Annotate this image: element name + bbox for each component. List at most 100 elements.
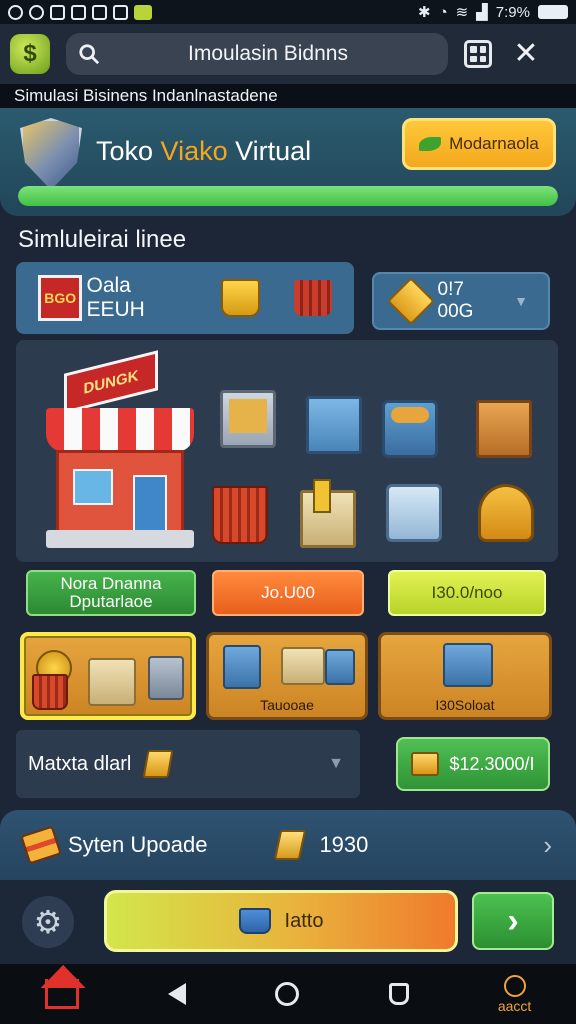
food-stall-icon[interactable] [382, 400, 438, 458]
gold-cube-icon [411, 752, 440, 776]
daily-value-button[interactable]: $12.3000/I [396, 737, 550, 791]
gold-bar-icon [142, 750, 174, 778]
brand-logo: aacct [498, 975, 531, 1013]
bundle-3-label: I30Soloat [435, 697, 495, 713]
upgrade-value: 1930 [319, 832, 369, 857]
price-button-1[interactable]: Nora Dnanna Dputarlaoe [26, 570, 196, 616]
notification-icon [8, 4, 23, 20]
balance-dropdown[interactable]: 0!7 00G ▼ [372, 272, 550, 330]
action-bar: ⚙ Iatto › [0, 880, 576, 964]
brand-ring-icon [503, 975, 526, 997]
store-title-prefix: Toko [96, 136, 161, 166]
shield-icon [20, 118, 82, 190]
store-title-suffix: Virtual [227, 136, 312, 166]
storefront-sign: DUNGK [64, 350, 158, 414]
gear-icon: ⚙ [33, 904, 63, 940]
storefront-door [133, 475, 167, 533]
price-button-2[interactable]: Jo.U00 [212, 570, 364, 616]
price-button-3[interactable]: I30.0/noo [388, 570, 546, 616]
next-button[interactable]: › [472, 892, 554, 950]
monitor-icon[interactable] [220, 390, 276, 448]
daily-label: Matxta dlarl [28, 752, 132, 775]
price-button-1-line2: Dputarlaoe [69, 592, 153, 611]
bundle-2-label: Tauooae [260, 697, 314, 713]
basket-icon [238, 908, 271, 934]
notification-icons [8, 4, 152, 20]
offer-badge: BGO [38, 275, 83, 321]
close-icon: ✕ [513, 37, 539, 70]
office-building-icon[interactable] [306, 396, 362, 454]
launch-label: Iatto [284, 909, 324, 932]
home-icon[interactable] [275, 982, 300, 1006]
clock-text: 7:9% [495, 3, 530, 21]
storefront-icon[interactable]: DUNGK [46, 350, 194, 548]
notification-icon [50, 4, 65, 20]
balance-value: 0!7 00G [437, 279, 474, 322]
store-progress-fill [18, 186, 558, 206]
store-banner: Toko Viako Virtual Modarnaola [0, 108, 576, 216]
bundle-card-1[interactable] [20, 632, 196, 720]
chevron-down-icon: ▼ [514, 293, 528, 309]
upgrade-label: Syten Upoade [68, 832, 208, 857]
store-action-button[interactable]: Modarnaola [402, 118, 556, 170]
gold-basket-icon[interactable] [220, 279, 260, 317]
app-notification-icon [134, 4, 152, 20]
app-header: $ Imoulasin Bidnns ✕ [0, 24, 576, 84]
bundle-card-2[interactable]: Tauooae [206, 632, 368, 720]
chevron-down-icon: ▼ [328, 755, 344, 772]
app-logo-icon[interactable]: $ [10, 34, 50, 74]
box-icon [88, 658, 136, 706]
crate-icon[interactable] [476, 400, 532, 458]
house-icon[interactable] [44, 979, 79, 1009]
storefront-base [46, 530, 194, 548]
cart-icon [32, 674, 68, 710]
cart-icon [325, 649, 355, 685]
grid-icon [464, 40, 492, 68]
price-button-1-line1: Nora Dnanna [60, 574, 162, 593]
store-title-accent: Viako [160, 136, 228, 166]
brand-text: aacct [497, 998, 532, 1014]
grid-button[interactable] [460, 36, 496, 72]
golden-key-icon[interactable] [478, 484, 534, 542]
app-title: Imoulasin Bidnns [188, 42, 348, 65]
notification-icon [113, 4, 128, 20]
offer-label: Oala EEUH [86, 274, 145, 321]
system-navbar: aacct [0, 964, 576, 1024]
offer-card[interactable]: BGO Oala EEUH [16, 262, 354, 334]
notification-icon [29, 4, 44, 20]
storefront-body [56, 450, 184, 536]
building-icon [148, 656, 184, 700]
shopping-cart-icon[interactable] [212, 486, 268, 544]
status-bar: ✱ ◔ ≋ ▟ 7:9% [0, 0, 576, 24]
launch-button[interactable]: Iatto [104, 890, 458, 952]
storefront-awning [46, 408, 194, 452]
price-button-2-label: Jo.U00 [261, 583, 315, 602]
battery-icon [538, 5, 568, 19]
building-icon [223, 645, 261, 689]
section-title: Simluleirai linee [18, 226, 187, 253]
store-title: Toko Viako Virtual [96, 136, 311, 167]
close-button[interactable]: ✕ [508, 36, 544, 72]
shop-item-grid: DUNGK [16, 340, 558, 562]
daily-value: $12.3000/I [449, 753, 535, 774]
chevron-right-icon: › [543, 829, 552, 860]
goods-box-icon[interactable] [300, 479, 356, 548]
back-icon[interactable] [167, 983, 186, 1005]
box-icon [281, 647, 325, 685]
storefront-window [73, 469, 113, 505]
red-basket-icon[interactable] [293, 280, 333, 316]
search-icon [79, 44, 100, 65]
chevron-right-icon: › [507, 901, 519, 940]
notification-icon [71, 4, 86, 20]
gold-ingot-icon [274, 830, 307, 860]
leaf-icon [419, 137, 442, 151]
page-subtitle: Simulasi Bisinens Indanlnastadene [0, 84, 576, 108]
daily-dropdown[interactable]: Matxta dlarl ▼ [16, 730, 360, 798]
recent-apps-icon[interactable] [388, 983, 409, 1005]
cash-register-icon[interactable] [386, 484, 442, 542]
bundle-card-3[interactable]: I30Soloat [378, 632, 552, 720]
settings-button[interactable]: ⚙ [22, 896, 74, 948]
system-upgrade-bar[interactable]: Syten Upoade 1930 › [0, 810, 576, 880]
search-bar[interactable]: Imoulasin Bidnns [66, 33, 448, 75]
wifi-icon: ≋ [455, 4, 469, 21]
